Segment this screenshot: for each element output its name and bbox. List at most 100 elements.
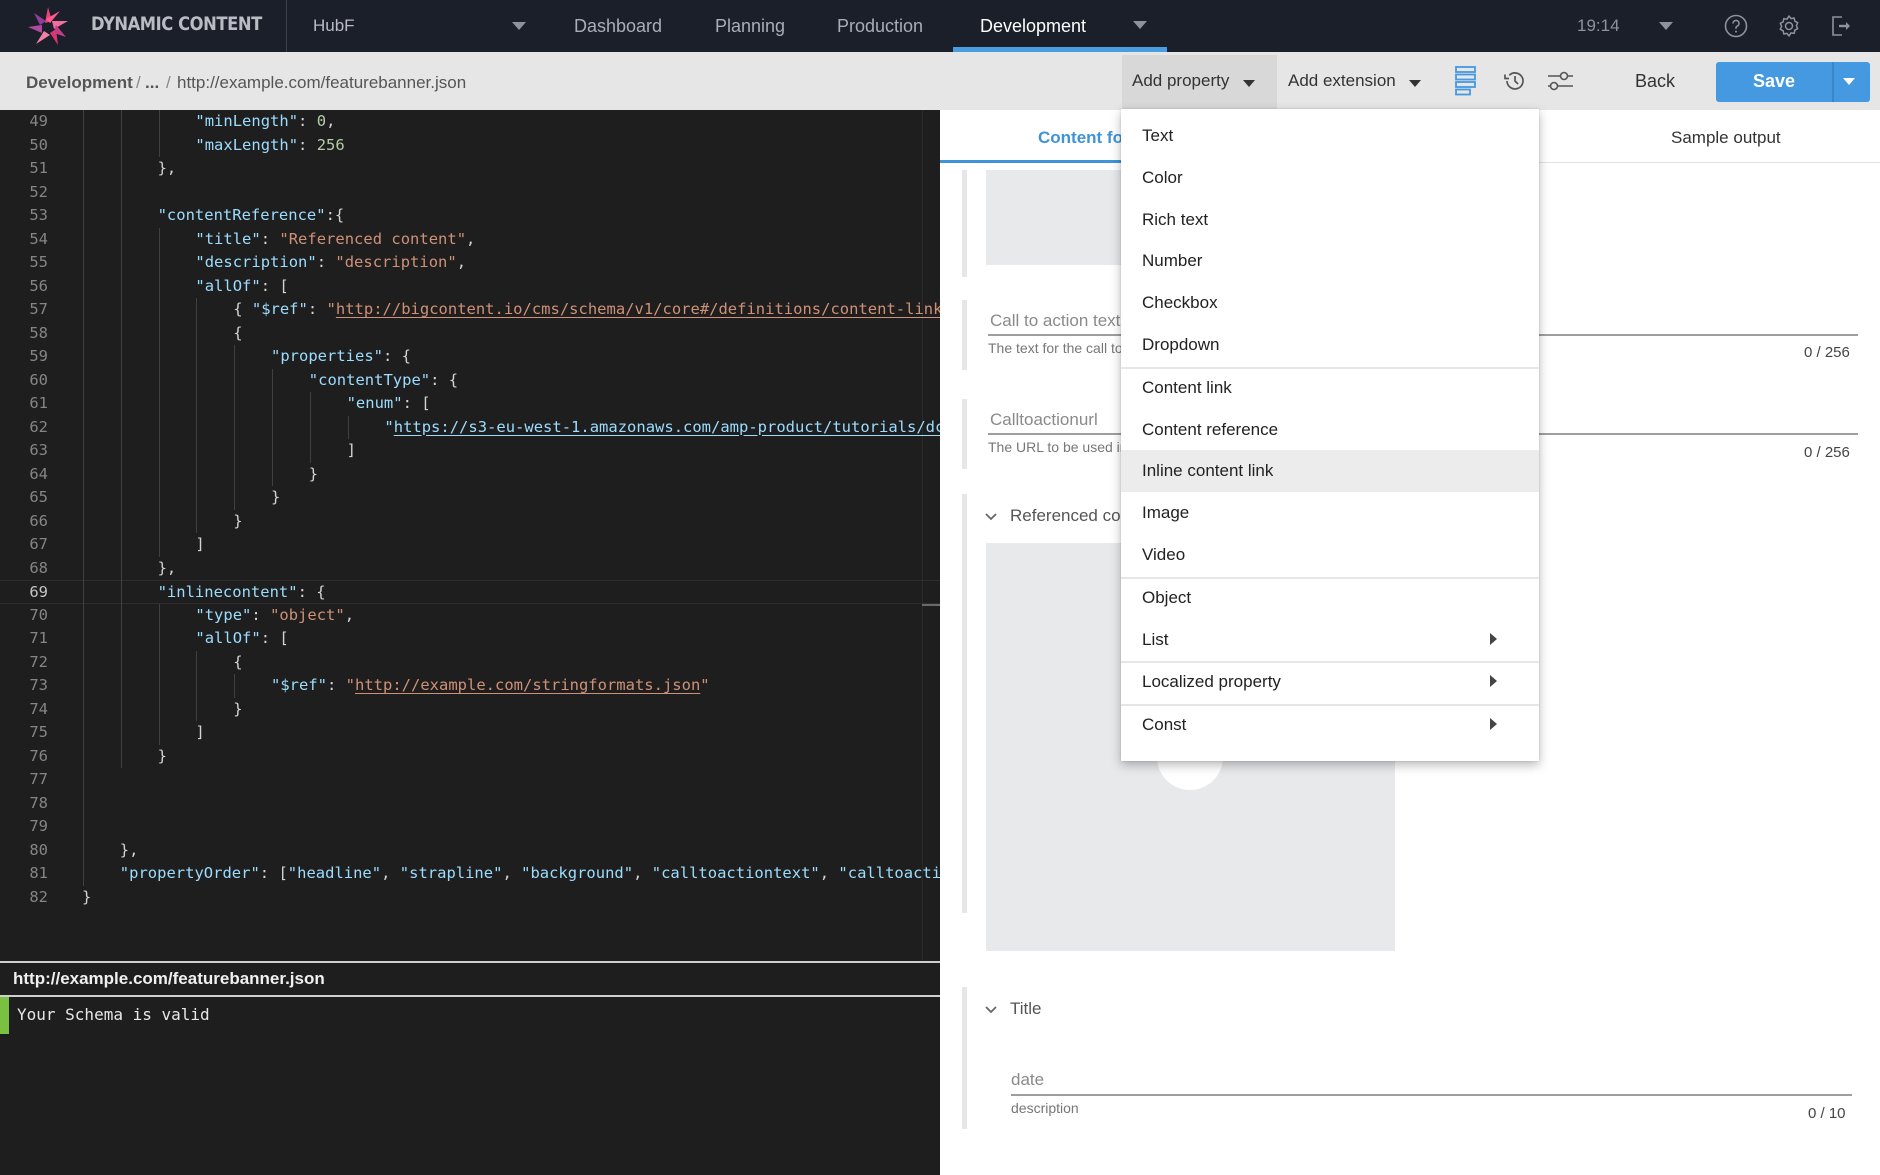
code-line[interactable]: 81 "propertyOrder": ["headline", "strapli… xyxy=(0,862,940,886)
breadcrumb-development[interactable]: Development xyxy=(26,73,133,93)
code-line[interactable]: 59 "properties": { xyxy=(0,345,940,369)
schema-code-editor[interactable]: 49 "minLength": 0, 50 "maxLength": 256 51}, 5… xyxy=(0,110,940,961)
chevron-down-icon[interactable] xyxy=(984,1003,998,1017)
menu-item-text[interactable]: Text xyxy=(1121,115,1539,157)
code-line[interactable]: 65} xyxy=(0,486,940,510)
code-line[interactable]: 52 xyxy=(0,181,940,205)
nav-more-dropdown-icon[interactable] xyxy=(1133,21,1147,29)
code-line[interactable]: 77 xyxy=(0,768,940,792)
menu-item-number[interactable]: Number xyxy=(1121,240,1539,282)
code-line[interactable]: 58 { xyxy=(0,322,940,346)
sliders-icon[interactable] xyxy=(1546,68,1576,94)
code-text: "inlinecontent": { xyxy=(157,583,326,601)
menu-item-color[interactable]: Color xyxy=(1121,157,1539,199)
menu-item-rich-text[interactable]: Rich text xyxy=(1121,199,1539,241)
code-line[interactable]: 63] xyxy=(0,439,940,463)
nav-tab-planning[interactable]: Planning xyxy=(715,16,785,37)
code-line[interactable]: 82} xyxy=(0,886,940,910)
code-line[interactable]: 70 "type": "object", xyxy=(0,604,940,628)
list-view-icon[interactable] xyxy=(1454,65,1478,97)
chevron-down-icon[interactable] xyxy=(984,510,998,524)
add-property-button[interactable]: Add property xyxy=(1122,55,1277,110)
submenu-arrow-icon xyxy=(1490,718,1497,731)
code-line[interactable]: 79 xyxy=(0,815,940,839)
code-line[interactable]: 78 xyxy=(0,792,940,816)
code-line[interactable]: 66} xyxy=(0,510,940,534)
menu-item-content-reference[interactable]: Content reference xyxy=(1121,409,1539,451)
menu-item-checkbox[interactable]: Checkbox xyxy=(1121,282,1539,324)
menu-item-label: Number xyxy=(1142,251,1203,271)
menu-item-dropdown[interactable]: Dropdown xyxy=(1121,324,1539,366)
code-line[interactable]: 72 { xyxy=(0,651,940,675)
hub-divider xyxy=(286,0,287,52)
user-menu-dropdown-icon[interactable] xyxy=(1659,22,1673,30)
menu-item-label: Const xyxy=(1142,715,1187,735)
code-line[interactable]: 60 "contentType": { xyxy=(0,369,940,393)
code-text: "title": "Referenced content", xyxy=(195,229,476,248)
code-line[interactable]: 64} xyxy=(0,463,940,487)
indent-guide xyxy=(120,110,122,768)
menu-item-video[interactable]: Video xyxy=(1121,534,1539,576)
code-line[interactable]: 80}, xyxy=(0,839,940,863)
menu-item-object[interactable]: Object xyxy=(1121,577,1539,619)
code-text: } xyxy=(271,488,281,506)
code-line[interactable]: 74} xyxy=(0,698,940,722)
indent-guide xyxy=(158,110,160,157)
code-line[interactable]: 51}, xyxy=(0,157,940,181)
nav-tab-production[interactable]: Production xyxy=(837,16,923,37)
code-line[interactable]: 69 "inlinecontent": { xyxy=(0,580,940,604)
code-line[interactable]: 73 "$ref": "http://example.com/stringform… xyxy=(0,674,940,698)
code-line[interactable]: 57 { "$ref": "http://bigcontent.io/cms/sc… xyxy=(0,298,940,322)
code-line[interactable]: 67] xyxy=(0,533,940,557)
code-line[interactable]: 76} xyxy=(0,745,940,769)
nav-tab-development[interactable]: Development xyxy=(980,16,1086,37)
tab-sample-output[interactable]: Sample output xyxy=(1671,128,1781,148)
code-line[interactable]: 55 "description": "description", xyxy=(0,251,940,275)
line-number: 65 xyxy=(29,488,48,506)
line-number: 51 xyxy=(29,159,48,177)
validation-status-indicator xyxy=(0,997,9,1034)
code-line[interactable]: 62 "https://s3-eu-west-1.amazonaws.com/am… xyxy=(0,416,940,440)
logout-icon[interactable] xyxy=(1828,13,1854,39)
menu-item-localized-property[interactable]: Localized property xyxy=(1121,661,1539,703)
line-number: 77 xyxy=(29,770,48,788)
validation-divider xyxy=(0,995,940,997)
code-line[interactable]: 56 "allOf": [ xyxy=(0,275,940,299)
menu-item-list[interactable]: List xyxy=(1121,619,1539,661)
title-section-title[interactable]: Title xyxy=(1010,999,1042,1019)
line-number: 67 xyxy=(29,535,48,553)
indent-guide xyxy=(272,368,273,486)
line-number: 82 xyxy=(29,887,48,906)
save-options-caret-icon[interactable] xyxy=(1843,78,1855,85)
nav-tab-dashboard[interactable]: Dashboard xyxy=(574,16,662,37)
code-line[interactable]: 71 "allOf": [ xyxy=(0,627,940,651)
code-line[interactable]: 75] xyxy=(0,721,940,745)
code-line[interactable]: 68}, xyxy=(0,557,940,581)
hub-dropdown-icon[interactable] xyxy=(512,22,526,30)
line-number: 81 xyxy=(29,864,48,882)
history-icon[interactable] xyxy=(1502,68,1528,94)
add-extension-button[interactable]: Add extension xyxy=(1278,55,1428,110)
menu-item-content-link[interactable]: Content link xyxy=(1121,367,1539,409)
save-divider xyxy=(1832,62,1834,102)
save-label: Save xyxy=(1752,71,1796,91)
code-line[interactable]: 49 "minLength": 0, xyxy=(0,110,940,134)
code-text: } xyxy=(233,511,243,530)
help-icon[interactable] xyxy=(1723,13,1749,39)
hub-selector[interactable]: HubF xyxy=(313,16,355,36)
code-line[interactable]: 53 "contentReference":{ xyxy=(0,204,940,228)
breadcrumb-ellipsis[interactable]: ... xyxy=(145,73,159,93)
line-number: 60 xyxy=(29,370,48,389)
code-line[interactable]: 50 "maxLength": 256 xyxy=(0,134,940,158)
menu-item-const[interactable]: Const xyxy=(1121,704,1539,746)
line-number: 76 xyxy=(29,746,48,765)
date-input[interactable] xyxy=(1011,1094,1852,1096)
back-button[interactable]: Back xyxy=(1635,71,1675,92)
code-text: "https://s3-eu-west-1.amazonaws.com/amp-… xyxy=(384,417,940,436)
save-button[interactable]: Save xyxy=(1716,62,1870,102)
menu-item-image[interactable]: Image xyxy=(1121,492,1539,534)
code-line[interactable]: 54 "title": "Referenced content", xyxy=(0,228,940,252)
code-line[interactable]: 61 "enum": [ xyxy=(0,392,940,416)
settings-icon[interactable] xyxy=(1776,13,1802,39)
menu-item-inline-content-link[interactable]: Inline content link xyxy=(1121,450,1539,493)
